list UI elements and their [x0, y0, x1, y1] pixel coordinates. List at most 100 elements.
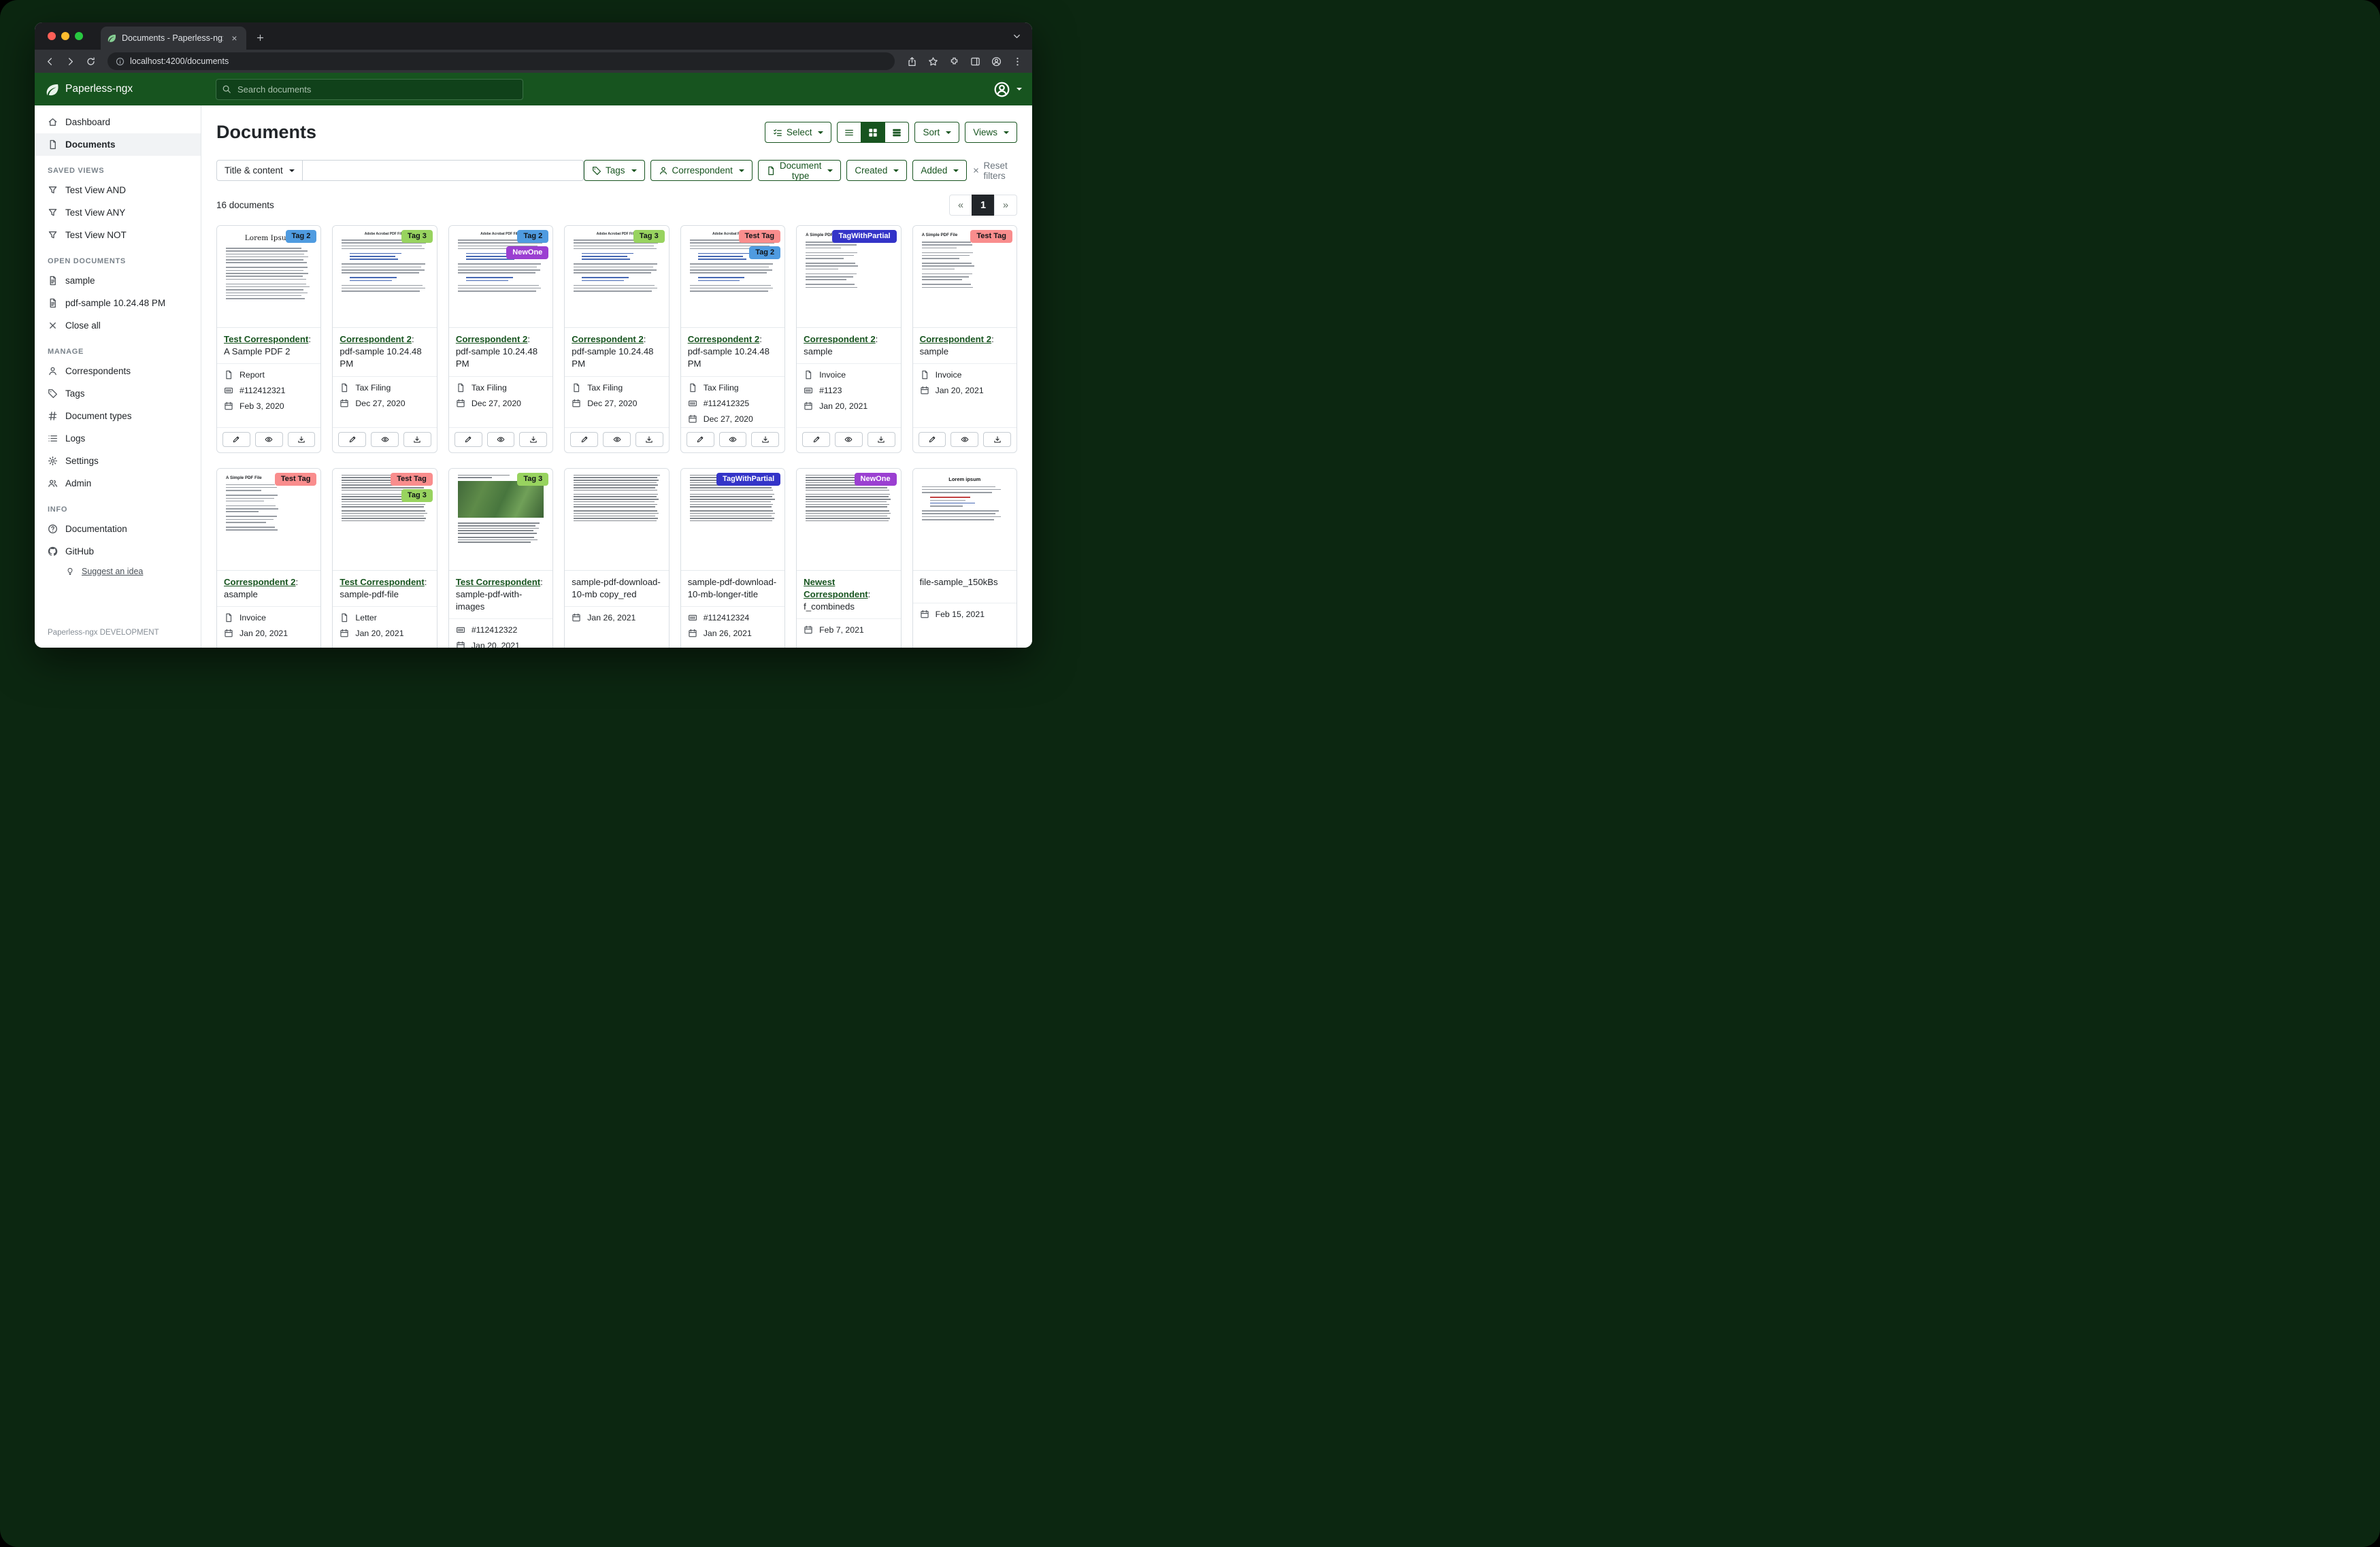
edit-button[interactable]	[338, 432, 366, 447]
created-filter-button[interactable]: Created	[846, 160, 907, 181]
sidebar-item-github[interactable]: GitHub	[35, 540, 201, 563]
grid-view-button[interactable]	[861, 122, 885, 143]
sidebar-item-sample[interactable]: sample	[35, 269, 201, 292]
download-button[interactable]	[288, 432, 316, 447]
edit-button[interactable]	[222, 432, 250, 447]
tab-search-chevron-icon[interactable]	[1012, 31, 1022, 41]
document-title[interactable]: sample-pdf-download-10-mb-longer-title	[688, 577, 776, 599]
minimize-window-button[interactable]	[61, 32, 69, 40]
view-button[interactable]	[255, 432, 283, 447]
download-button[interactable]	[751, 432, 779, 447]
correspondent-link[interactable]: Correspondent 2	[688, 334, 760, 344]
correspondent-link[interactable]: Newest Correspondent	[804, 577, 868, 599]
document-thumbnail[interactable]: Test Tag Tag 3	[333, 469, 436, 571]
sort-button[interactable]: Sort	[914, 122, 959, 143]
sidebar-item-correspondents[interactable]: Correspondents	[35, 360, 201, 382]
back-button[interactable]	[40, 52, 59, 71]
correspondent-link[interactable]: Test Correspondent	[340, 577, 424, 587]
sidebar-item-pdf-sample-10-24-48-pm[interactable]: pdf-sample 10.24.48 PM	[35, 292, 201, 314]
download-button[interactable]	[983, 432, 1011, 447]
download-button[interactable]	[403, 432, 431, 447]
document-title[interactable]: sample-pdf-download-10-mb copy_red	[572, 577, 660, 599]
share-button[interactable]	[902, 52, 921, 71]
download-button[interactable]	[867, 432, 895, 447]
document-thumbnail[interactable]: Adobe Acrobat PDF FilesTag 2NewOne	[449, 226, 552, 328]
document-thumbnail[interactable]: A Simple PDF FileTagWithPartial	[797, 226, 900, 328]
edit-button[interactable]	[454, 432, 482, 447]
sidebar-item-logs[interactable]: Logs	[35, 427, 201, 450]
reset-filters-button[interactable]: Reset filters	[972, 161, 1017, 181]
next-page-button[interactable]: »	[994, 195, 1017, 216]
sidebar-item-documents[interactable]: Documents	[35, 133, 201, 156]
view-button[interactable]	[719, 432, 747, 447]
document-thumbnail[interactable]: TagWithPartial	[681, 469, 784, 571]
page-1-button[interactable]: 1	[972, 195, 995, 216]
filter-text-input[interactable]	[303, 160, 584, 181]
tag-badge[interactable]: Tag 3	[401, 489, 433, 502]
document-thumbnail[interactable]: Adobe Acrobat PDF FilesTag 3	[333, 226, 436, 328]
tag-badge[interactable]: Test Tag	[739, 230, 781, 243]
edit-button[interactable]	[802, 432, 830, 447]
sidebar-item-admin[interactable]: Admin	[35, 472, 201, 495]
tag-badge[interactable]: TagWithPartial	[716, 473, 780, 486]
sidebar-item-documentation[interactable]: Documentation	[35, 518, 201, 540]
document-thumbnail[interactable]: Lorem IpsumTag 2	[217, 226, 320, 328]
document-thumbnail[interactable]: Adobe Acrobat PDF FilesTag 3	[565, 226, 668, 328]
views-button[interactable]: Views	[965, 122, 1017, 143]
sidebar-item-test-view-any[interactable]: Test View ANY	[35, 201, 201, 224]
document-thumbnail[interactable]	[565, 469, 668, 571]
reload-button[interactable]	[81, 52, 100, 71]
sidebar-item-test-view-and[interactable]: Test View AND	[35, 179, 201, 201]
document-thumbnail[interactable]: Lorem ipsum	[913, 469, 1017, 571]
correspondent-link[interactable]: Correspondent 2	[224, 577, 296, 587]
tag-badge[interactable]: Tag 2	[517, 230, 548, 243]
sidebar-item-test-view-not[interactable]: Test View NOT	[35, 224, 201, 246]
tag-badge[interactable]: Tag 3	[517, 473, 548, 486]
document-type-filter-button[interactable]: Document type	[758, 160, 842, 181]
correspondent-link[interactable]: Test Correspondent	[456, 577, 540, 587]
document-thumbnail[interactable]: Tag 3	[449, 469, 552, 571]
edit-button[interactable]	[570, 432, 598, 447]
correspondent-link[interactable]: Correspondent 2	[920, 334, 992, 344]
sidebar-item-document-types[interactable]: Document types	[35, 405, 201, 427]
edit-button[interactable]	[919, 432, 946, 447]
prev-page-button[interactable]: «	[949, 195, 972, 216]
search-input[interactable]	[216, 79, 523, 100]
view-button[interactable]	[487, 432, 515, 447]
tag-badge[interactable]: TagWithPartial	[832, 230, 896, 243]
correspondent-link[interactable]: Correspondent 2	[456, 334, 528, 344]
document-thumbnail[interactable]: A Simple PDF FileTest Tag	[217, 469, 320, 571]
sidebar-item-dashboard[interactable]: Dashboard	[35, 111, 201, 133]
profile-button[interactable]	[987, 52, 1006, 71]
view-button[interactable]	[371, 432, 399, 447]
tag-badge[interactable]: Test Tag	[970, 230, 1012, 243]
tag-badge[interactable]: Tag 2	[286, 230, 317, 243]
sidebar-item-settings[interactable]: Settings	[35, 450, 201, 472]
correspondent-link[interactable]: Correspondent 2	[340, 334, 412, 344]
detail-view-button[interactable]	[885, 122, 909, 143]
view-button[interactable]	[603, 432, 631, 447]
side-panel-button[interactable]	[965, 52, 985, 71]
tag-badge[interactable]: Test Tag	[275, 473, 317, 486]
extensions-button[interactable]	[944, 52, 963, 71]
sidebar-item-suggest-an-idea[interactable]: Suggest an idea	[35, 563, 201, 580]
filter-field-dropdown[interactable]: Title & content	[216, 160, 303, 181]
added-filter-button[interactable]: Added	[912, 160, 967, 181]
tag-badge[interactable]: Tag 2	[749, 246, 780, 259]
tab-close-icon[interactable]: ×	[229, 33, 240, 44]
tags-filter-button[interactable]: Tags	[584, 160, 645, 181]
document-thumbnail[interactable]: Adobe Acrobat PDF FilesTest TagTag 2	[681, 226, 784, 328]
list-view-button[interactable]	[837, 122, 861, 143]
app-brand[interactable]: Paperless-ngx	[45, 82, 216, 97]
sidebar-item-close-all[interactable]: Close all	[35, 314, 201, 337]
tag-badge[interactable]: Tag 3	[401, 230, 433, 243]
zoom-window-button[interactable]	[75, 32, 83, 40]
download-button[interactable]	[635, 432, 663, 447]
document-thumbnail[interactable]: A Simple PDF FileTest Tag	[913, 226, 1017, 328]
tag-badge[interactable]: Test Tag	[391, 473, 433, 486]
sidebar-item-tags[interactable]: Tags	[35, 382, 201, 405]
tag-badge[interactable]: NewOne	[506, 246, 548, 259]
correspondent-link[interactable]: Correspondent 2	[572, 334, 644, 344]
view-button[interactable]	[835, 432, 863, 447]
close-window-button[interactable]	[48, 32, 56, 40]
